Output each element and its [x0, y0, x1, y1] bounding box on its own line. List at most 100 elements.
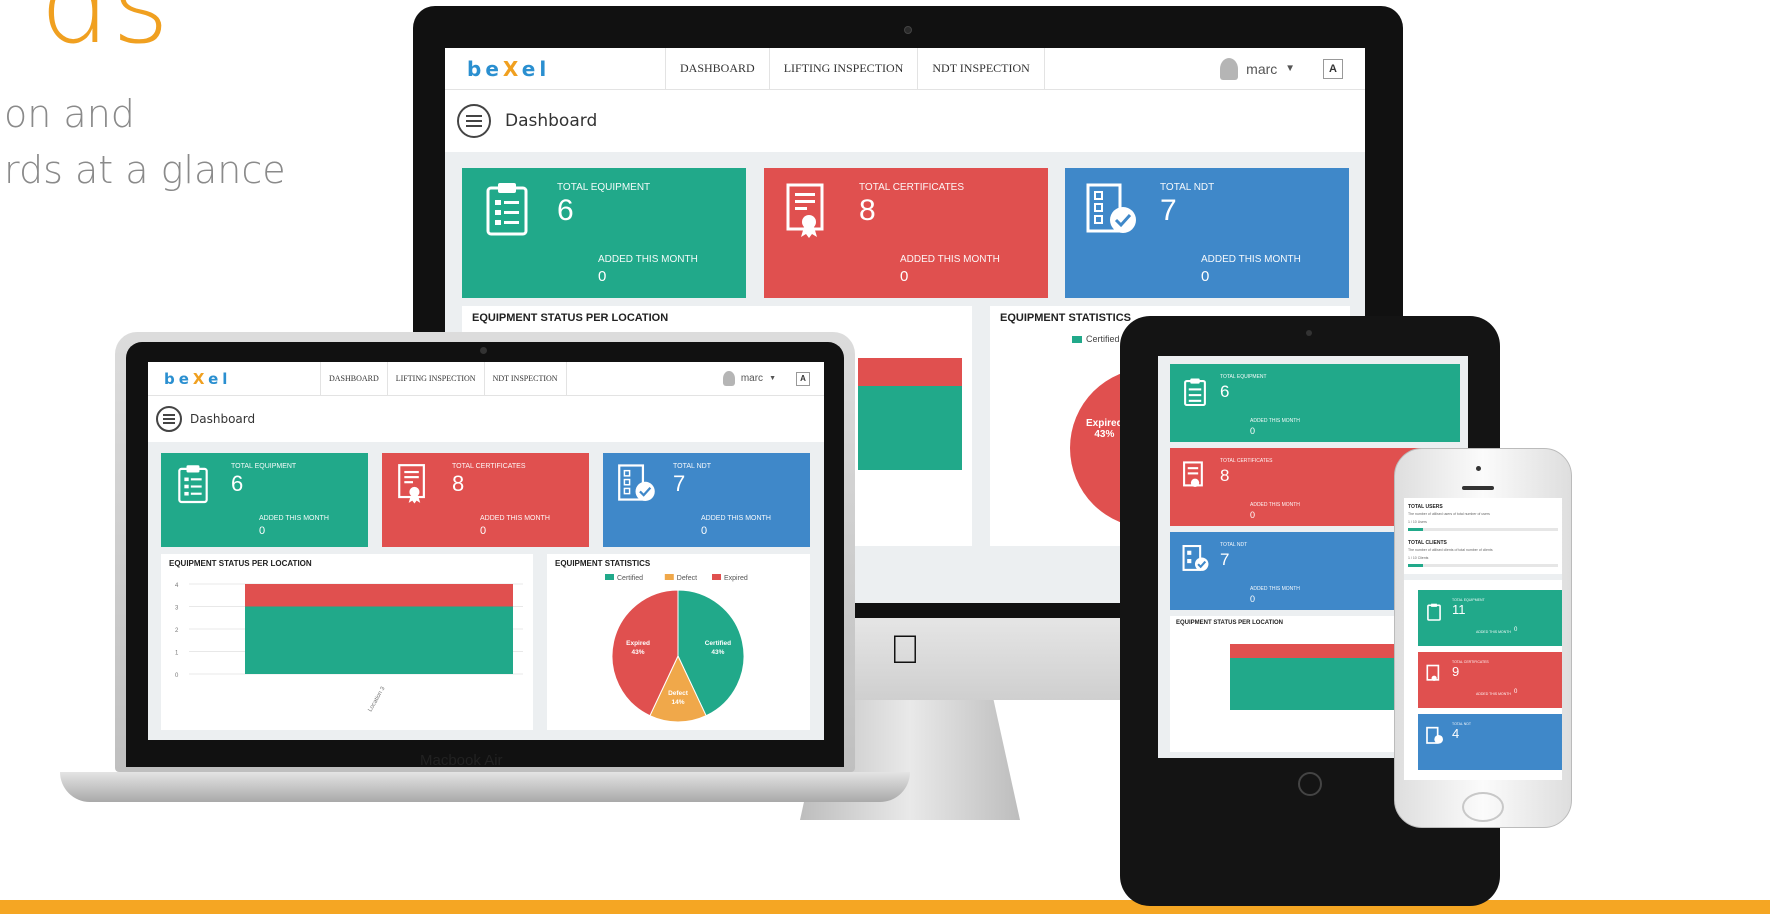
card-value: 6 — [557, 194, 574, 227]
imac-navbar: beXel DASHBOARD LIFTING INSPECTION NDT I… — [445, 48, 1365, 90]
y-tick-label: 1 — [175, 651, 179, 657]
language-icon[interactable]: A — [1323, 58, 1343, 79]
page-header: Dashboard — [445, 90, 1365, 152]
legend-swatch — [712, 574, 721, 580]
card-total-certificates[interactable]: TOTAL CERTIFICATES 8 ADDED THIS MONTH 0 — [382, 453, 589, 547]
card-total-ndt[interactable]: TOTAL NDT 7 ADDED THIS MONTH 0 — [603, 453, 810, 547]
panel-title: EQUIPMENT STATUS PER LOCATION — [472, 312, 669, 324]
statistics-pie-chart: Certified Defect Expired Certified 43% Defect… — [605, 574, 748, 723]
statistics-chart-panel: EQUIPMENT STATISTICS Certified Defect Expi… — [547, 554, 810, 730]
nav-ndt-inspection[interactable]: NDT INSPECTION — [483, 362, 567, 395]
card-value: 6 — [231, 471, 244, 496]
list-menu-icon[interactable] — [457, 104, 491, 138]
bar-segment — [245, 584, 513, 607]
checklist-icon — [1086, 183, 1136, 233]
tablet-home-button[interactable] — [1298, 772, 1322, 796]
user-menu[interactable]: marc ▼ A — [1220, 57, 1343, 80]
page-title: Dashboard — [190, 412, 256, 426]
user-avatar-icon — [1220, 57, 1239, 80]
card-total-equipment[interactable]: TOTAL EQUIPMENT 6 ADDED THIS MONTH 0 — [462, 168, 746, 298]
card-value: 8 — [859, 194, 876, 227]
card-value: 4 — [1452, 726, 1460, 741]
card-total-equipment[interactable]: TOTAL EQUIPMENT 6 ADDED THIS MONTH 0 — [1170, 364, 1460, 442]
clients-label: TOTAL CLIENTS — [1408, 540, 1447, 546]
legend-swatch — [605, 574, 614, 580]
legend-swatch — [664, 574, 674, 580]
clipboard-icon — [178, 465, 208, 504]
clipboard-icon — [1427, 603, 1441, 621]
card-added-label: ADDED THIS MONTH — [480, 515, 550, 522]
card-added-label: ADDED THIS MONTH — [1250, 586, 1300, 592]
card-added-label: ADDED THIS MONTH — [1201, 254, 1301, 265]
card-total-certificates[interactable]: TOTAL CERTIFICATES 9 ADDED THIS MONTH 0 — [1418, 652, 1562, 708]
card-added-label: ADDED THIS MONTH — [701, 515, 771, 522]
laptop-screen: beXel DASHBOARD LIFTING INSPECTION NDT I… — [148, 362, 824, 740]
card-total-ndt[interactable]: TOTAL NDT 4 — [1418, 714, 1562, 770]
card-label: TOTAL EQUIPMENT — [1220, 374, 1267, 380]
hero-line-1: on and — [4, 92, 135, 136]
certificate-icon — [398, 464, 425, 504]
location-chart-panel: EQUIPMENT STATUS PER LOCATION 0 1 2 3 4 Locat… — [161, 554, 533, 730]
card-added-value: 0 — [1250, 594, 1256, 604]
panel-title: EQUIPMENT STATISTICS — [555, 559, 651, 568]
card-added-label: ADDED THIS MONTH — [1476, 692, 1511, 696]
card-value: 9 — [1452, 664, 1460, 679]
card-total-equipment[interactable]: TOTAL EQUIPMENT 6 ADDED THIS MONTH 0 — [161, 453, 368, 547]
card-added-label: ADDED THIS MONTH — [1476, 630, 1511, 634]
panel-title: EQUIPMENT STATUS PER LOCATION — [1176, 620, 1284, 626]
card-total-ndt[interactable]: TOTAL NDT 7 ADDED THIS MONTH 0 — [1065, 168, 1349, 298]
nav-lifting-inspection[interactable]: LIFTING INSPECTION — [768, 48, 918, 89]
card-total-equipment[interactable]: TOTAL EQUIPMENT 11 ADDED THIS MONTH 0 — [1418, 590, 1562, 646]
chevron-down-icon: ▼ — [1285, 63, 1295, 74]
phone-speaker — [1462, 486, 1494, 490]
card-label: TOTAL NDT — [1220, 542, 1248, 548]
footer-accent-bar — [0, 900, 1770, 914]
x-tick-label: Location 3 — [368, 685, 387, 713]
clients-progress — [1408, 564, 1558, 567]
users-label: TOTAL USERS — [1408, 504, 1443, 510]
card-added-value: 0 — [900, 268, 909, 285]
card-added-value: 0 — [701, 525, 708, 537]
list-menu-icon[interactable] — [156, 406, 182, 432]
legend-item: Certified — [1072, 334, 1120, 344]
user-avatar-icon — [722, 371, 735, 386]
page-title: Dashboard — [505, 111, 598, 131]
legend-label: Expired — [724, 575, 748, 582]
card-value: 6 — [1220, 382, 1230, 401]
card-value: 8 — [452, 471, 465, 496]
card-label: TOTAL CERTIFICATES — [1220, 458, 1273, 464]
clipboard-icon — [486, 183, 528, 236]
phone-home-button[interactable] — [1462, 792, 1504, 822]
users-count: 1 / 10 Users — [1408, 520, 1427, 524]
phone-camera — [1476, 466, 1481, 471]
y-tick-label: 0 — [175, 673, 179, 679]
nav-ndt-inspection[interactable]: NDT INSPECTION — [917, 48, 1045, 89]
pie-slice-label: Defect — [668, 690, 689, 697]
panel-title: EQUIPMENT STATISTICS — [1000, 312, 1131, 324]
card-value: 7 — [1160, 194, 1177, 227]
phone-screen: TOTAL USERS The number of utilised users… — [1404, 498, 1562, 780]
apple-logo-icon:  — [890, 628, 920, 673]
language-icon[interactable]: A — [796, 371, 810, 386]
card-total-certificates[interactable]: TOTAL CERTIFICATES 8 ADDED THIS MONTH 0 — [764, 168, 1048, 298]
nav-lifting-inspection[interactable]: LIFTING INSPECTION — [386, 362, 484, 395]
nav-dashboard[interactable]: DASHBOARD — [665, 48, 769, 89]
user-name: marc — [740, 373, 764, 384]
bar-segment — [245, 606, 513, 674]
pie-slice-value: 14% — [671, 699, 684, 706]
card-added-value: 0 — [598, 268, 607, 285]
card-added-value: 0 — [480, 525, 487, 537]
card-added-value: 0 — [1201, 268, 1210, 285]
nav-dashboard[interactable]: DASHBOARD — [320, 362, 387, 395]
imac-camera — [904, 26, 912, 34]
device-label: Macbook Air — [420, 752, 503, 769]
brand-logo[interactable]: beXel — [467, 57, 657, 81]
users-progress — [1408, 528, 1558, 531]
bar-expired — [858, 358, 962, 386]
brand-logo[interactable]: beXel — [164, 370, 312, 388]
laptop-camera — [480, 347, 487, 354]
card-label: TOTAL EQUIPMENT — [557, 182, 651, 193]
user-menu[interactable]: marc ▼ A — [722, 371, 810, 386]
card-added-label: ADDED THIS MONTH — [598, 254, 698, 265]
hero-line-2: rds at a glance — [4, 148, 286, 192]
